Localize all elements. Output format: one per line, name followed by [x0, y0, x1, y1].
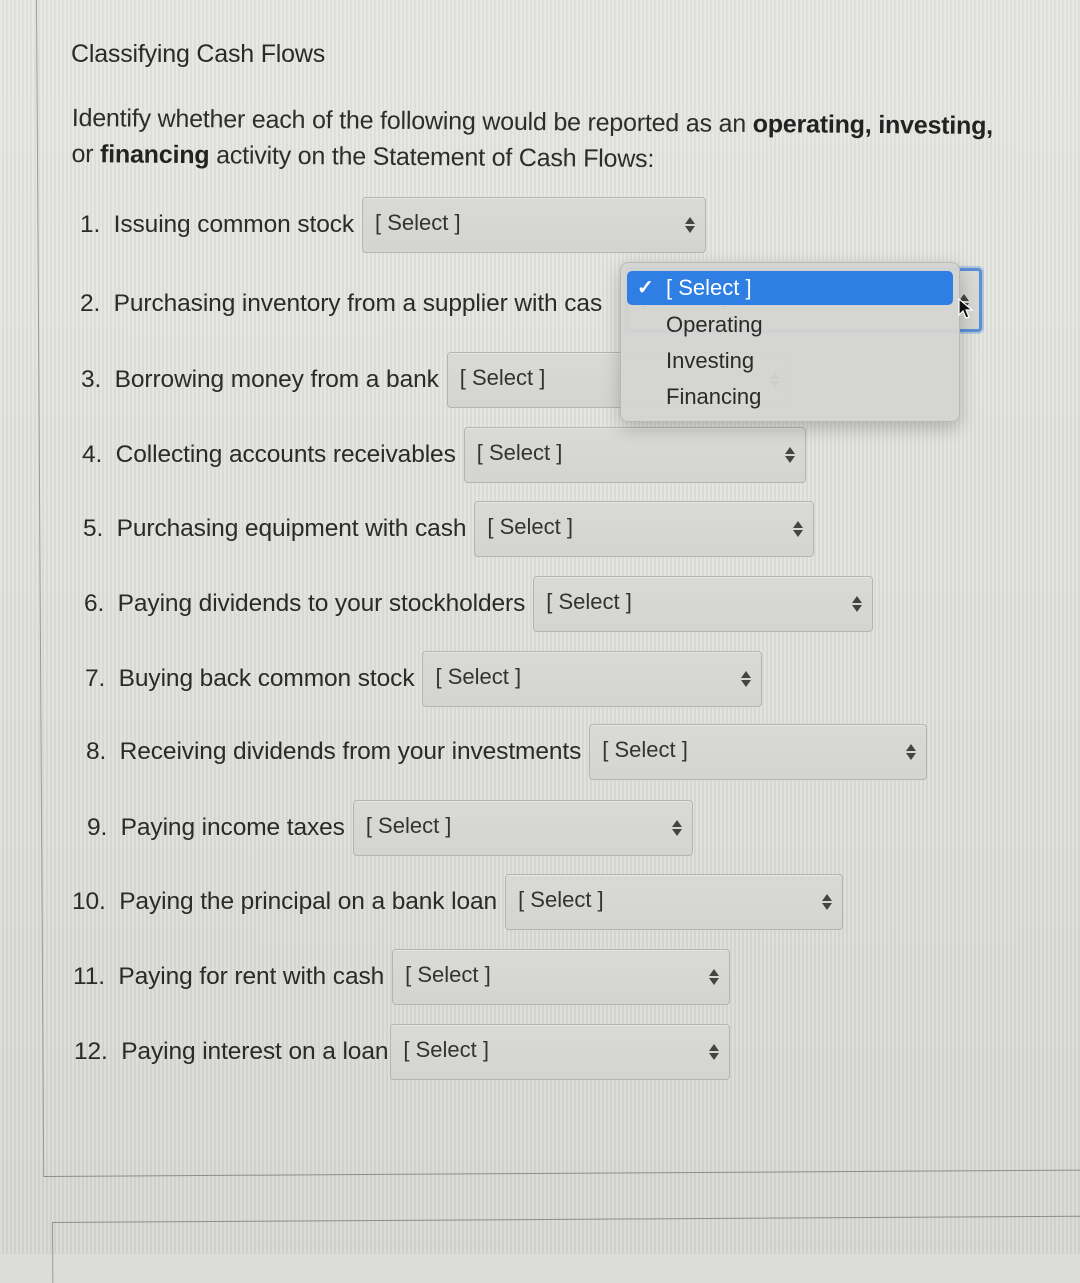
question-label: 4. Collecting accounts receivables [82, 441, 464, 469]
select-value: [ Select ] [403, 1037, 489, 1062]
question-label: 3. Borrowing money from a bank [81, 366, 447, 394]
prompt-text-1: Identify whether each of the following w… [71, 103, 753, 138]
dropdown-option-investing[interactable]: Investing [627, 343, 953, 379]
select-arrows-icon [906, 741, 917, 763]
dropdown-option-operating[interactable]: Operating [627, 307, 953, 343]
select-arrows-icon [793, 518, 804, 540]
question-text: Purchasing inventory from a supplier wit… [113, 290, 603, 317]
select-arrows-icon [709, 1041, 720, 1063]
select-value: [ Select ] [476, 440, 563, 465]
question-number: 5. [83, 515, 104, 542]
select-arrows-icon [741, 668, 752, 690]
question-title: Classifying Cash Flows [71, 40, 326, 68]
question-row: 4. Collecting accounts receivables [ Sel… [82, 425, 806, 485]
select-arrows-icon [784, 444, 795, 466]
question-label: 10. Paying the principal on a bank loan [72, 888, 505, 916]
answer-select[interactable]: [ Select ] [362, 197, 707, 253]
prompt-text-3: activity on the Statement of Cash Flows: [209, 141, 655, 174]
answer-select[interactable]: [ Select ] [463, 427, 806, 483]
question-row: 2. Purchasing inventory from a supplier … [80, 274, 602, 334]
prompt-text-2: or [71, 139, 101, 169]
question-label: 2. Purchasing inventory from a supplier … [80, 290, 602, 318]
select-dropdown-menu: ✓ [ Select ] Operating Investing Financi… [620, 262, 960, 422]
question-number: 8. [86, 738, 107, 765]
question-number: 3. [81, 366, 102, 393]
question-label: 8. Receiving dividends from your investm… [86, 738, 589, 766]
next-question-card-border [52, 1215, 1080, 1283]
select-value: [ Select ] [546, 589, 632, 614]
question-row: 9. Paying income taxes [ Select ] [87, 798, 693, 858]
select-arrows-icon [671, 817, 682, 839]
answer-select[interactable]: [ Select ] [392, 949, 731, 1005]
question-text: Issuing common stock [113, 211, 355, 238]
select-value: [ Select ] [518, 887, 604, 912]
question-number: 12. [74, 1038, 108, 1065]
question-row: 8. Receiving dividends from your investm… [86, 722, 928, 782]
select-value: [ Select ] [375, 210, 461, 235]
question-number: 7. [85, 665, 106, 692]
option-label: [ Select ] [666, 275, 752, 300]
question-text: Receiving dividends from your investment… [119, 738, 582, 765]
question-text: Purchasing equipment with cash [116, 515, 467, 542]
question-label: 9. Paying income taxes [87, 814, 353, 842]
answer-select[interactable]: [ Select ] [505, 874, 844, 930]
question-label: 12. Paying interest on a loan [74, 1038, 390, 1066]
question-label: 11. Paying for rent with cash [73, 963, 392, 991]
select-value: [ Select ] [487, 514, 573, 539]
question-text: Borrowing money from a bank [114, 366, 439, 393]
question-number: 11. [73, 963, 105, 990]
question-text: Buying back common stock [118, 665, 415, 692]
question-label: 5. Purchasing equipment with cash [83, 515, 474, 543]
checkmark-icon: ✓ [637, 277, 654, 299]
select-arrows-icon [852, 593, 863, 615]
question-text: Paying income taxes [120, 814, 345, 841]
question-text: Paying interest on a loan [121, 1038, 389, 1065]
question-row: 1. Issuing common stock [ Select ] [80, 195, 707, 255]
select-arrows-icon [822, 891, 833, 913]
option-label: Financing [666, 384, 762, 409]
select-arrows-icon [709, 966, 720, 988]
question-row: 7. Buying back common stock [ Select ] [85, 649, 763, 709]
question-text: Paying for rent with cash [118, 963, 385, 990]
question-number: 4. [82, 441, 103, 468]
question-label: 7. Buying back common stock [85, 665, 422, 693]
question-number: 6. [84, 590, 105, 617]
answer-select[interactable]: [ Select ] [589, 724, 928, 780]
question-row: 5. Purchasing equipment with cash [ Sele… [83, 499, 815, 559]
option-label: Operating [666, 312, 763, 337]
question-text: Collecting accounts receivables [115, 441, 456, 468]
answer-select[interactable]: [ Select ] [533, 576, 874, 632]
prompt-bold-financing: financing [99, 140, 210, 170]
dropdown-option-select[interactable]: ✓ [ Select ] [627, 271, 953, 305]
question-number: 9. [87, 814, 108, 841]
question-row: 11. Paying for rent with cash [ Select ] [73, 947, 731, 1007]
select-value: [ Select ] [459, 365, 546, 390]
answer-select[interactable]: [ Select ] [422, 651, 763, 707]
select-arrows-icon [685, 214, 696, 236]
question-number: 1. [80, 211, 101, 238]
answer-select[interactable]: [ Select ] [352, 800, 693, 856]
question-number: 10. [72, 888, 106, 915]
select-value: [ Select ] [602, 737, 688, 762]
question-text: Paying the principal on a bank loan [119, 888, 498, 915]
select-value: [ Select ] [435, 664, 522, 689]
question-row: 10. Paying the principal on a bank loan … [72, 872, 844, 932]
question-prompt: Identify whether each of the following w… [71, 100, 1032, 180]
question-label: 1. Issuing common stock [80, 211, 362, 239]
dropdown-option-financing[interactable]: Financing [627, 379, 953, 415]
select-value: [ Select ] [365, 813, 452, 838]
question-label: 6. Paying dividends to your stockholders [84, 590, 533, 618]
question-row: 12. Paying interest on a loan [ Select ] [74, 1022, 731, 1082]
select-value: [ Select ] [405, 962, 491, 987]
answer-select[interactable]: [ Select ] [390, 1024, 731, 1080]
mouse-cursor-icon [958, 298, 974, 319]
prompt-bold-categories: operating, investing, [752, 109, 994, 141]
option-label: Investing [666, 348, 755, 373]
answer-select[interactable]: [ Select ] [474, 501, 815, 557]
question-text: Paying dividends to your stockholders [117, 590, 526, 617]
question-row: 6. Paying dividends to your stockholders… [84, 574, 874, 634]
question-number: 2. [80, 290, 101, 317]
